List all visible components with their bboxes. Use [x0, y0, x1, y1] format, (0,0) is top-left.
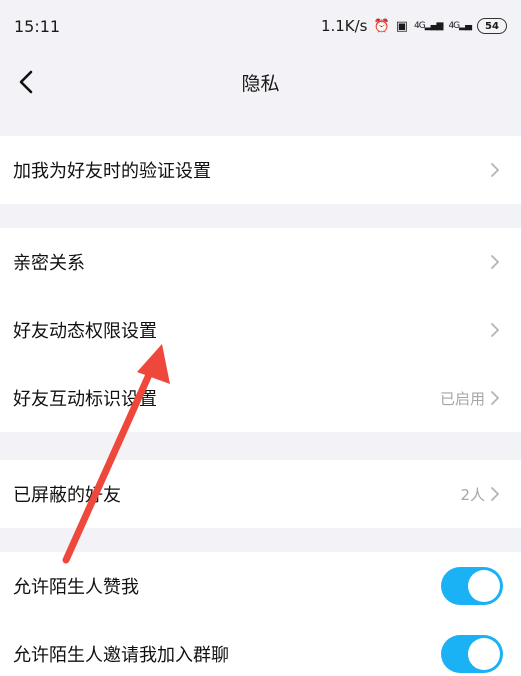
hd-icon: ▣	[395, 18, 408, 34]
row-intimate-relations[interactable]: 亲密关系	[0, 228, 521, 296]
friends-group: 亲密关系 好友动态权限设置 好友互动标识设置 已启用	[0, 228, 521, 432]
chevron-right-icon	[491, 487, 499, 501]
row-label: 亲密关系	[13, 253, 85, 274]
row-label: 加我为好友时的验证设置	[13, 161, 211, 182]
row-right	[489, 322, 501, 338]
status-indicators: 1.1K/s ⏰ ▣ 4G▂▄▆ 4G▂▄ 54	[321, 17, 507, 35]
allow-stranger-likes-toggle[interactable]	[441, 567, 503, 605]
row-interaction-badge-settings[interactable]: 好友互动标识设置 已启用	[0, 364, 521, 432]
row-blocked-friends[interactable]: 已屏蔽的好友 2人	[0, 460, 521, 528]
row-right	[489, 254, 501, 270]
chevron-right-icon	[491, 323, 499, 337]
row-allow-stranger-group-invites: 允许陌生人邀请我加入群聊	[0, 620, 521, 676]
signal-icon-2: 4G▂▄	[448, 21, 472, 31]
row-label: 好友动态权限设置	[13, 321, 157, 342]
nav-bar: 隐私	[0, 54, 521, 110]
row-value: 已启用	[439, 389, 485, 408]
signal-icon-1: 4G▂▄▆	[413, 21, 443, 31]
verification-group: 加我为好友时的验证设置	[0, 136, 521, 204]
toggle-knob	[468, 570, 500, 602]
stranger-group: 允许陌生人赞我 允许陌生人邀请我加入群聊	[0, 552, 521, 676]
row-right	[489, 162, 501, 178]
alarm-icon: ⏰	[373, 18, 390, 34]
row-value: 2人	[460, 485, 485, 504]
blocked-group: 已屏蔽的好友 2人	[0, 460, 521, 528]
status-bar: 15:11 1.1K/s ⏰ ▣ 4G▂▄▆ 4G▂▄ 54	[0, 0, 521, 54]
row-verification-settings[interactable]: 加我为好友时的验证设置	[0, 136, 521, 204]
network-speed: 1.1K/s	[320, 17, 368, 35]
row-right: 2人	[460, 484, 501, 505]
status-time: 15:11	[14, 17, 61, 36]
row-label: 好友互动标识设置	[13, 389, 157, 410]
allow-stranger-invites-toggle[interactable]	[441, 635, 503, 673]
row-friend-feed-permissions[interactable]: 好友动态权限设置	[0, 296, 521, 364]
row-allow-stranger-likes: 允许陌生人赞我	[0, 552, 521, 620]
row-right: 已启用	[440, 388, 501, 409]
chevron-right-icon	[491, 163, 499, 177]
chevron-right-icon	[491, 255, 499, 269]
row-label: 允许陌生人赞我	[13, 577, 139, 598]
chevron-right-icon	[491, 391, 499, 405]
battery-icon: 54	[477, 18, 507, 34]
toggle-knob	[468, 638, 500, 670]
row-label: 允许陌生人邀请我加入群聊	[13, 645, 229, 666]
page-title: 隐私	[241, 73, 280, 95]
row-label: 已屏蔽的好友	[13, 485, 121, 506]
